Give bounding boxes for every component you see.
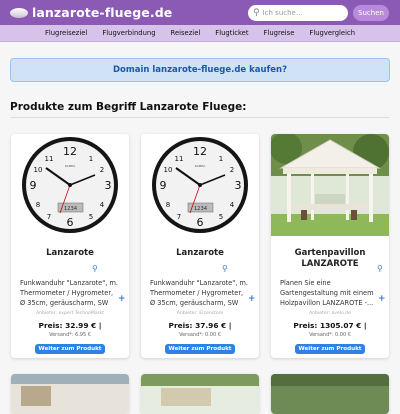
product-image[interactable] bbox=[271, 374, 389, 414]
clock-display: 1234 bbox=[64, 206, 78, 212]
product-image-clock[interactable]: 12 3 6 9 1 2 4 5 7 8 10 11 KAMEA 1234 bbox=[11, 134, 129, 236]
clock-display: 1234 bbox=[194, 206, 208, 212]
svg-text:2: 2 bbox=[230, 166, 234, 174]
product-description: Planen Sie eine Gartengestaltung mit ein… bbox=[280, 279, 374, 307]
svg-text:2: 2 bbox=[100, 166, 104, 174]
zoom-icon[interactable]: ⚲ bbox=[92, 264, 98, 273]
nav-item-flugticket[interactable]: Flugticket bbox=[215, 29, 248, 37]
logo-icon bbox=[10, 7, 28, 18]
product-card: Gartenpavillon LANZAROTE ⚲ Planen Sie ei… bbox=[271, 134, 389, 358]
product-image-pavilion[interactable] bbox=[271, 134, 389, 236]
product-button[interactable]: Weiter zum Produkt bbox=[35, 344, 105, 354]
product-image[interactable] bbox=[11, 374, 129, 414]
nav-item-reiseziel[interactable]: Reiseziel bbox=[171, 29, 201, 37]
site-header: lanzarote-fluege.de ⚲ Ich suche... Suche… bbox=[0, 0, 400, 25]
product-description: Funkwanduhr "Lanzarote", m. Thermometer … bbox=[150, 279, 248, 307]
product-price: Preis: 1305.07 € | bbox=[293, 321, 367, 330]
svg-text:4: 4 bbox=[230, 201, 235, 209]
product-seller: Anbieter: Eizenstore bbox=[176, 311, 224, 316]
search-input[interactable]: ⚲ Ich suche... bbox=[248, 5, 348, 21]
product-description: Funkwanduhr "Lanzarote", m. Thermometer … bbox=[20, 279, 118, 307]
svg-text:12: 12 bbox=[193, 145, 207, 158]
search-placeholder: Ich suche... bbox=[262, 9, 303, 17]
svg-text:1: 1 bbox=[89, 155, 93, 163]
expand-plus-icon[interactable]: + bbox=[118, 294, 126, 304]
divider bbox=[10, 117, 390, 118]
search-button[interactable]: Suchen bbox=[353, 5, 389, 21]
svg-text:10: 10 bbox=[164, 166, 173, 174]
main-nav: Flugreiseziel Flugverbindung Reiseziel F… bbox=[0, 25, 400, 42]
product-shipping: Versand*: 0.00 € bbox=[179, 332, 221, 338]
product-card-next bbox=[271, 374, 389, 414]
search-icon: ⚲ bbox=[253, 8, 260, 18]
svg-text:9: 9 bbox=[160, 179, 167, 192]
svg-text:8: 8 bbox=[166, 201, 170, 209]
product-price: Preis: 32.99 € | bbox=[38, 321, 102, 330]
svg-text:8: 8 bbox=[36, 201, 40, 209]
product-title[interactable]: Gartenpavillon LANZAROTE bbox=[277, 248, 383, 270]
domain-buy-link[interactable]: Domain lanzarote-fluege.de kaufen? bbox=[113, 65, 287, 75]
svg-text:4: 4 bbox=[100, 201, 105, 209]
product-title[interactable]: Lanzarote bbox=[147, 248, 253, 259]
product-image[interactable] bbox=[141, 374, 259, 414]
zoom-icon[interactable]: ⚲ bbox=[222, 264, 228, 273]
svg-text:11: 11 bbox=[45, 155, 54, 163]
product-title[interactable]: Lanzarote bbox=[17, 248, 123, 259]
clock-brand: KAMEA bbox=[65, 164, 76, 168]
svg-text:3: 3 bbox=[105, 179, 112, 192]
expand-plus-icon[interactable]: + bbox=[378, 294, 386, 304]
nav-item-flugvergleich[interactable]: Flugvergleich bbox=[309, 29, 355, 37]
svg-text:6: 6 bbox=[67, 216, 74, 229]
product-image-clock[interactable]: 12 3 6 9 1 2 4 5 7 8 10 11 KAMEA 1234 bbox=[141, 134, 259, 236]
product-price: Preis: 37.96 € | bbox=[168, 321, 232, 330]
expand-plus-icon[interactable]: + bbox=[248, 294, 256, 304]
nav-item-flugreise[interactable]: Flugreise bbox=[264, 29, 295, 37]
product-shipping: Versand*: 0.00 € bbox=[309, 332, 351, 338]
product-shipping: Versand*: 6.95 € bbox=[49, 332, 91, 338]
nav-item-flugreiseziel[interactable]: Flugreiseziel bbox=[45, 29, 87, 37]
svg-text:12: 12 bbox=[63, 145, 77, 158]
zoom-icon[interactable]: ⚲ bbox=[377, 264, 383, 273]
product-card: 12 3 6 9 1 2 4 5 7 8 10 11 KAMEA 1234 La… bbox=[141, 134, 259, 358]
svg-text:3: 3 bbox=[235, 179, 242, 192]
product-card: 12 3 6 9 1 2 4 5 7 8 10 11 KAMEA 1234 La… bbox=[11, 134, 129, 358]
product-seller: Anbieter: avelo.de bbox=[308, 311, 352, 316]
svg-text:5: 5 bbox=[219, 213, 223, 221]
product-card-next bbox=[11, 374, 129, 414]
section-title: Produkte zum Begriff Lanzarote Fluege: bbox=[10, 101, 247, 113]
site-brand[interactable]: lanzarote-fluege.de bbox=[32, 5, 172, 20]
svg-text:7: 7 bbox=[177, 213, 181, 221]
nav-item-flugverbindung[interactable]: Flugverbindung bbox=[102, 29, 155, 37]
svg-text:10: 10 bbox=[34, 166, 43, 174]
svg-text:6: 6 bbox=[197, 216, 204, 229]
svg-text:11: 11 bbox=[175, 155, 184, 163]
product-button[interactable]: Weiter zum Produkt bbox=[295, 344, 365, 354]
domain-banner: Domain lanzarote-fluege.de kaufen? bbox=[10, 58, 390, 82]
product-seller: Anbieter: expert TechnoMarkt bbox=[35, 311, 104, 316]
svg-text:9: 9 bbox=[30, 179, 37, 192]
site-logo[interactable]: lanzarote-fluege.de bbox=[10, 5, 172, 20]
svg-text:7: 7 bbox=[47, 213, 51, 221]
product-card-next bbox=[141, 374, 259, 414]
svg-text:1: 1 bbox=[219, 155, 223, 163]
product-button[interactable]: Weiter zum Produkt bbox=[165, 344, 235, 354]
clock-brand: KAMEA bbox=[195, 164, 206, 168]
svg-text:5: 5 bbox=[89, 213, 93, 221]
